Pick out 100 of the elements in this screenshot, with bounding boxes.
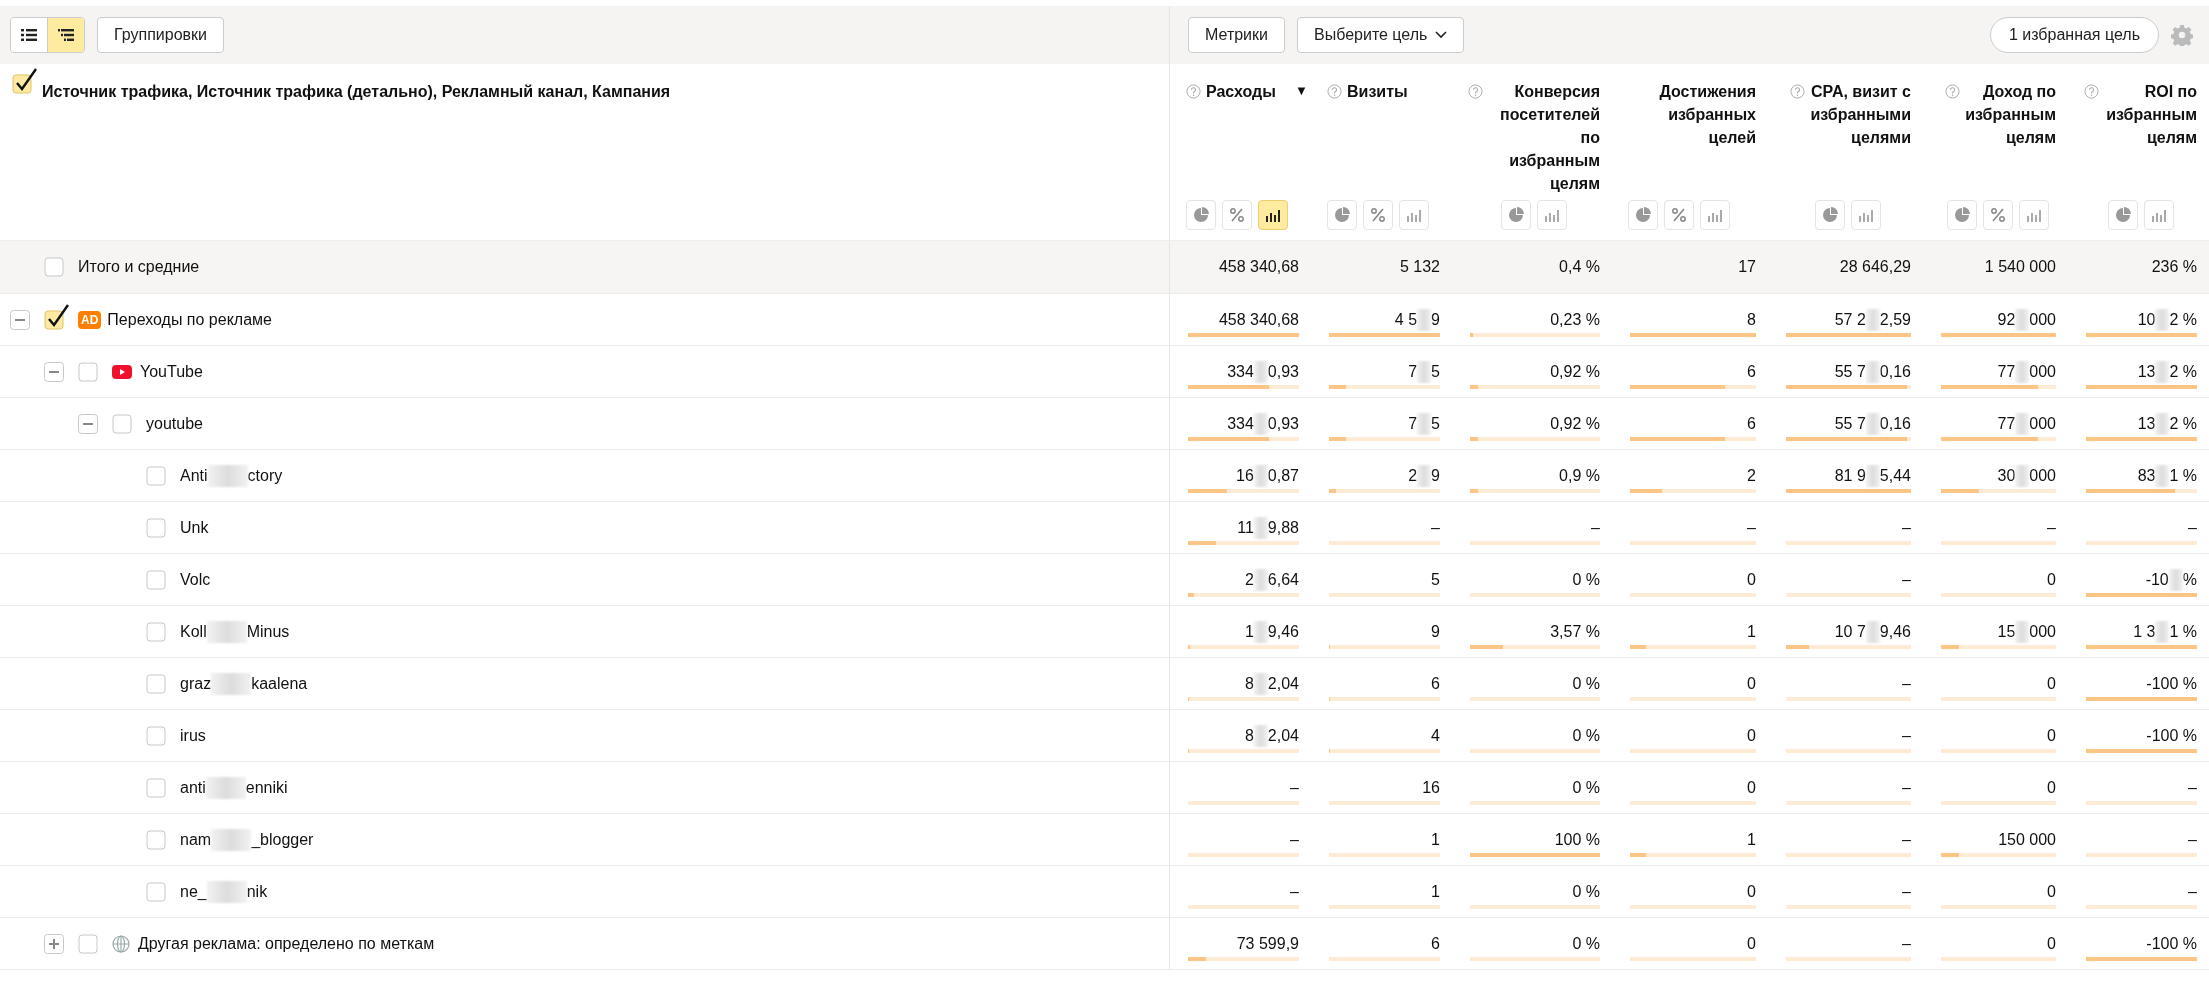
groupings-button[interactable]: Группировки [97,17,224,53]
favorite-goals-button[interactable]: 1 избранная цель [1989,17,2159,53]
column-header: Источник трафика, Источник трафика (детально), Рекламный канал, Кампания [42,82,671,101]
cell-value: – [1901,882,1911,901]
checkbox[interactable] [44,303,70,330]
cell-value: 0 [1746,934,1756,953]
pie-chart-icon [1334,207,1350,223]
cell-value: 6 [1430,934,1440,953]
cell-value: 0,92 % [1549,362,1600,381]
cell-value: 92 000 [1941,308,2056,331]
cell-value: – [2187,518,2197,537]
pie-chart-button[interactable] [1501,200,1531,230]
column-header[interactable]: ROI по избранным целям [2104,80,2197,149]
cell-value: – [1901,830,1911,849]
column-header[interactable]: Расходы [1206,80,1276,103]
cell-value: – [1289,778,1299,797]
cell-value: 0 % [1571,882,1600,901]
cell-value: -100 % [2145,674,2197,693]
row-label: irus [180,726,206,745]
column-header[interactable]: Визиты [1347,80,1408,103]
list-icon [21,29,37,41]
pie-chart-button[interactable] [1814,200,1845,230]
cell-value: 15 000 [1941,620,2056,643]
cell-value: – [1901,726,1911,745]
help-icon[interactable] [1945,84,1961,99]
bar-chart-button[interactable] [1258,200,1288,230]
bar-chart-icon [2150,207,2167,223]
caret-icon [1435,31,1448,39]
cell-value: 0 [2046,778,2056,797]
cell-value: 77 000 [1941,412,2056,435]
cell-value: 0 [1746,778,1756,797]
cell-value: – [1430,518,1440,537]
percent-button[interactable] [1222,200,1252,230]
cell-value: 2 [1746,466,1756,485]
row-label: Другая реклама: определено по меткам [138,934,435,953]
cell-value: 334 0,93 [1188,360,1299,383]
cell-value: 0 [1746,674,1756,693]
metrics-button[interactable]: Метрики [1188,17,1285,53]
column-header[interactable]: Достижения избранных целей [1644,80,1756,149]
column-header[interactable]: CPA, визит с избранными целями [1810,80,1911,149]
expand-icon[interactable] [44,933,64,954]
help-icon[interactable] [1790,84,1806,99]
column-header[interactable]: Конверсия посетителей по избранным целям [1488,80,1600,195]
sort-indicator[interactable]: ▼ [1294,83,1308,98]
tree-view-button[interactable] [47,18,84,52]
cell-value: 5 [1430,570,1440,589]
percent-button[interactable] [1664,200,1694,230]
collapse-icon[interactable] [78,413,98,434]
cell-value: – [2187,882,2197,901]
percent-icon [1989,207,2006,223]
pie-chart-button[interactable] [1327,200,1357,230]
cell-value: 0 [1746,882,1756,901]
cell-value: 8 2,04 [1188,724,1299,747]
row-label: Переходы по рекламе [107,310,272,329]
help-icon[interactable] [1468,84,1483,99]
cell-value: 10 7 9,46 [1786,620,1911,643]
pie-chart-icon [1953,207,1970,223]
cell-value: 57 2 2,59 [1786,308,1911,331]
settings-icon[interactable] [2171,24,2193,46]
pie-chart-button[interactable] [1946,200,1977,230]
cell-value: 0 [1746,726,1756,745]
list-view-button[interactable] [11,18,47,52]
checkbox[interactable] [12,68,38,94]
goal-dropdown[interactable]: Выберите цель [1297,17,1465,53]
cell-value: 6 [1746,414,1756,433]
percent-icon [1229,207,1245,223]
row-label: Unk [180,518,209,537]
cell-value: 3,57 % [1549,622,1600,641]
row-label: Koll Minus [180,620,290,643]
cell-value: 1 3 1 % [2086,620,2197,643]
cell-value: 2 6,64 [1188,568,1299,591]
pie-chart-button[interactable] [1628,200,1658,230]
percent-icon [1370,207,1386,223]
cell-value: 0 [1746,570,1756,589]
ad-badge: AD [78,310,102,329]
pie-chart-icon [2114,207,2131,223]
percent-icon [1671,207,1687,223]
cell-value: 0,9 % [1558,466,1600,485]
cell-value: 17 [1737,258,1756,276]
cell-value: 5 132 [1398,258,1440,276]
column-header[interactable]: Доход по избранным целям [1965,80,2056,149]
collapse-icon[interactable] [44,361,64,382]
cell-value: 0 [2046,726,2056,745]
percent-button[interactable] [1363,200,1393,230]
cell-value: 0 % [1571,674,1600,693]
pie-chart-button[interactable] [1186,200,1216,230]
cell-value: 334 0,93 [1188,412,1299,435]
cell-value: 30 000 [1941,464,2056,487]
cell-value: 0 % [1571,726,1600,745]
percent-button[interactable] [1982,200,2013,230]
cell-value: 1 [1746,622,1756,641]
help-icon[interactable] [2084,84,2099,99]
cell-value: 458 340,68 [1217,310,1299,329]
help-icon[interactable] [1186,84,1201,99]
pie-chart-button[interactable] [2107,200,2138,230]
cell-value: – [1901,518,1911,537]
help-icon[interactable] [1327,84,1342,99]
row-label: nam _blogger [180,828,314,851]
bar-chart-icon [1265,207,1281,223]
collapse-icon[interactable] [10,309,30,330]
